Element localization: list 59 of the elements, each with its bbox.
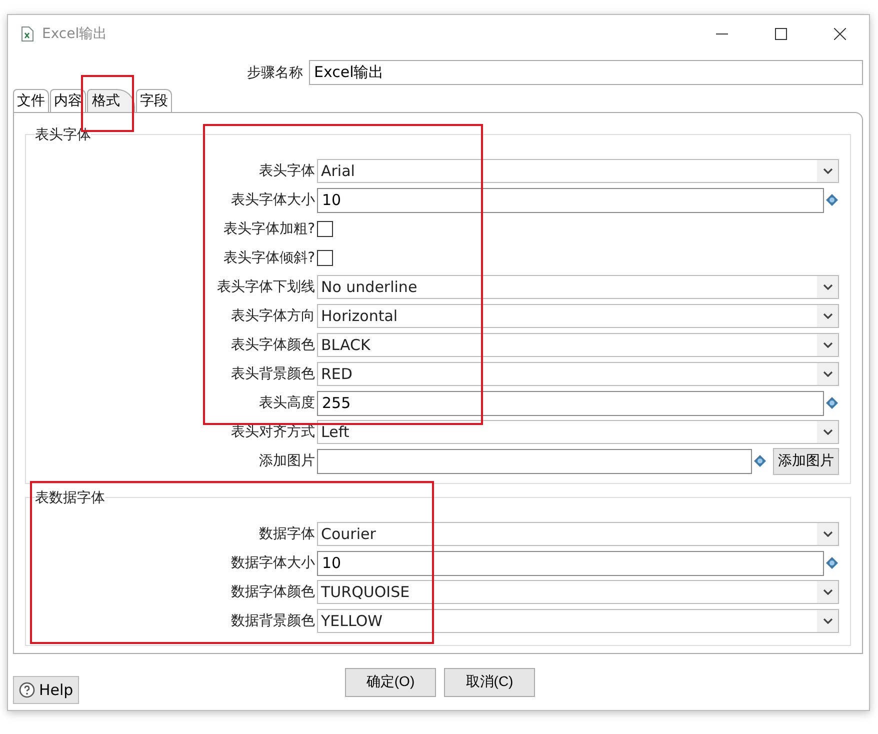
add-image-button[interactable]: 添加图片 <box>773 448 839 474</box>
field-label: 表头字体颜色 <box>230 336 316 354</box>
dropdown[interactable]: Courier <box>317 522 839 546</box>
close-icon <box>834 28 846 40</box>
dropdown[interactable]: RED <box>317 362 839 386</box>
variable-icon <box>825 396 839 410</box>
field-label: 数据字体大小 <box>230 554 316 572</box>
dropdown[interactable]: BLACK <box>317 333 839 357</box>
checkbox[interactable] <box>317 221 333 237</box>
field-label: 表头字体下划线 <box>216 278 316 296</box>
field-label: 表头字体 <box>258 162 316 180</box>
dropdown[interactable]: No underline <box>317 275 839 299</box>
variable-icon <box>825 193 839 207</box>
field-label: 表头字体加粗? <box>222 220 316 238</box>
tab[interactable]: 内容 <box>50 89 86 112</box>
maximize-icon <box>774 28 786 40</box>
dropdown[interactable]: Arial <box>317 159 839 183</box>
field-label: 表头字体方向 <box>230 307 316 325</box>
input-field[interactable]: 10 <box>317 188 824 212</box>
step-name-field[interactable]: Excel输出 <box>309 60 863 85</box>
ok-button[interactable]: 确定(O) <box>345 668 436 696</box>
field-label: 表头对齐方式 <box>230 423 316 441</box>
dropdown[interactable]: TURQUOISE <box>317 580 839 604</box>
field-label: 数据字体颜色 <box>230 583 316 601</box>
dropdown[interactable]: Horizontal <box>317 304 839 328</box>
input-field[interactable]: 10 <box>317 550 824 576</box>
field-label: 表头背景颜色 <box>230 365 316 383</box>
chevron-down-icon <box>822 371 832 377</box>
field-label: 数据字体 <box>258 525 316 543</box>
chevron-down-icon <box>822 531 832 537</box>
dropdown[interactable]: YELLOW <box>317 609 839 633</box>
chevron-down-icon <box>822 284 832 290</box>
field-label: 表头高度 <box>258 394 316 412</box>
chevron-down-icon <box>822 313 832 319</box>
field-label: 添加图片 <box>258 452 316 470</box>
chevron-down-icon <box>822 168 832 174</box>
file-icon <box>20 26 34 42</box>
input-field[interactable]: 255 <box>317 390 824 416</box>
variable-icon <box>753 454 767 468</box>
tab[interactable]: 字段 <box>136 89 172 112</box>
chevron-down-icon <box>822 342 832 348</box>
input-field[interactable] <box>317 448 752 474</box>
dropdown[interactable]: Left <box>317 420 839 444</box>
help-icon <box>19 682 35 698</box>
field-label: 表头字体大小 <box>230 191 316 209</box>
chevron-down-icon <box>822 618 832 624</box>
step-name-label: 步骤名称 <box>247 64 303 82</box>
variable-icon <box>825 556 839 570</box>
chevron-down-icon <box>822 589 832 595</box>
checkbox[interactable] <box>317 250 333 266</box>
help-button[interactable]: Help <box>13 676 80 704</box>
cancel-button[interactable]: 取消(C) <box>444 668 535 696</box>
group-title: 表数据字体 <box>35 490 105 506</box>
chevron-down-icon <box>822 429 832 435</box>
field-label: 数据背景颜色 <box>230 612 316 630</box>
tab[interactable]: 格式 <box>87 89 135 112</box>
tab[interactable]: 文件 <box>13 89 49 112</box>
window-title: Excel输出 <box>42 25 108 43</box>
field-label: 表头字体倾斜? <box>222 249 316 267</box>
